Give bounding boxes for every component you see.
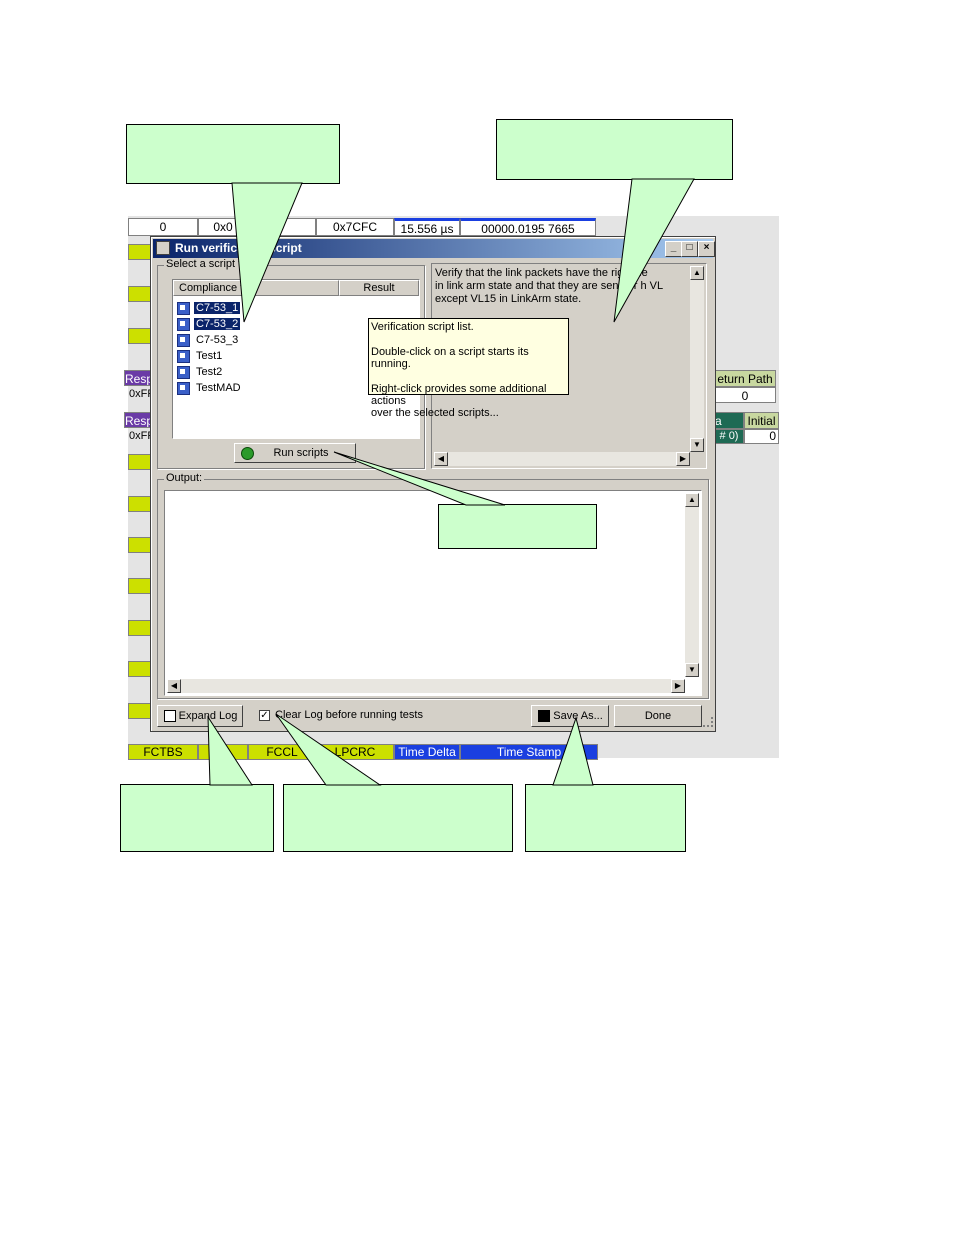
pointer-save-as bbox=[552, 716, 594, 786]
pointer-description bbox=[613, 178, 695, 323]
callout-pointers bbox=[207, 178, 695, 786]
pointer-clear-log bbox=[275, 713, 382, 786]
pointer-expand-log bbox=[207, 715, 253, 786]
pointer-run-scripts bbox=[333, 451, 506, 506]
pointer-script-list bbox=[231, 182, 303, 323]
